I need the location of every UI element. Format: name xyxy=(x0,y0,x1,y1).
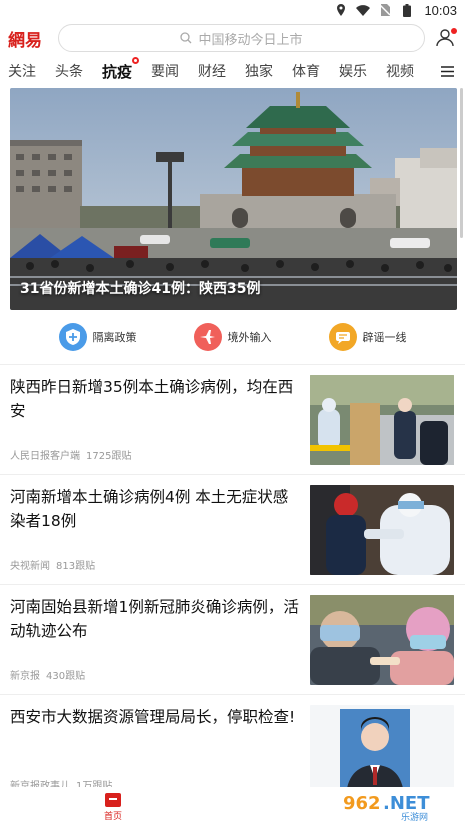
news-comments: 813跟贴 xyxy=(56,561,96,572)
news-source: 人民日报客户端 xyxy=(10,451,80,462)
user-profile-button[interactable] xyxy=(435,27,457,49)
search-icon xyxy=(180,32,192,44)
news-item[interactable]: 陕西昨日新增35例本土确诊病例，均在西安 人民日报客户端 1725跟贴 xyxy=(0,365,465,475)
tab-toutiao[interactable]: 头条 xyxy=(55,61,83,81)
news-title: 河南新增本土确诊病例4例 本土无症状感染者18例 xyxy=(10,488,289,530)
news-title: 陕西昨日新增35例本土确诊病例，均在西安 xyxy=(10,378,294,420)
tab-guanzhu[interactable]: 关注 xyxy=(8,61,36,81)
tab-caijing[interactable]: 财经 xyxy=(198,61,226,81)
battery-icon xyxy=(400,3,414,17)
hero-image xyxy=(10,88,457,310)
status-bar: 10:03 xyxy=(0,0,465,20)
no-sim-icon xyxy=(378,4,392,16)
tab-yaowen[interactable]: 要闻 xyxy=(151,61,179,81)
home-icon xyxy=(105,793,121,807)
tab-badge-dot xyxy=(132,56,140,64)
search-placeholder: 中国移动今日上市 xyxy=(198,32,303,48)
news-comments: 1725跟贴 xyxy=(86,451,132,462)
svg-text:乐游网: 乐游网 xyxy=(401,811,428,823)
tab-dujia[interactable]: 独家 xyxy=(245,61,273,81)
app-logo[interactable]: 網易 xyxy=(8,26,50,51)
bottom-nav: 首页 962 .NET 乐游网 xyxy=(0,787,465,827)
channel-menu-button[interactable] xyxy=(429,56,465,86)
news-title: 西安市大数据资源管理局局长，停职检查! xyxy=(10,708,296,726)
news-thumbnail xyxy=(310,485,454,575)
notification-dot xyxy=(451,28,457,34)
nav-home-label: 首页 xyxy=(104,812,123,822)
quick-link-label: 境外输入 xyxy=(227,331,272,344)
news-meta: 新京报 430跟贴 xyxy=(10,667,85,682)
status-time: 10:03 xyxy=(424,2,457,18)
news-item[interactable]: 河南固始县新增1例新冠肺炎确诊病例，活动轨迹公布 新京报 430跟贴 xyxy=(0,585,465,695)
scrollbar[interactable] xyxy=(460,88,463,238)
news-meta: 人民日报客户端 1725跟贴 xyxy=(10,447,131,462)
search-input[interactable]: 中国移动今日上市 xyxy=(58,24,425,52)
top-bar: 網易 中国移动今日上市 xyxy=(0,20,465,56)
news-thumbnail xyxy=(310,375,454,465)
quick-link-imported-cases[interactable]: 境外输入 xyxy=(193,323,272,351)
shield-plus-icon xyxy=(58,323,87,351)
news-comments: 430跟贴 xyxy=(46,671,86,682)
megaphone-icon xyxy=(328,323,357,351)
quick-link-label: 隔离政策 xyxy=(92,331,137,344)
news-item[interactable]: 河南新增本土确诊病例4例 本土无症状感染者18例 央视新闻 813跟贴 xyxy=(0,475,465,585)
tab-kangyi[interactable]: 抗疫 xyxy=(102,56,140,82)
quick-link-rumor-refute[interactable]: 辟谣一线 xyxy=(328,323,407,351)
news-source: 新京报 xyxy=(10,671,40,682)
quick-links: 隔离政策 境外输入 辟谣一线 xyxy=(0,310,465,365)
quick-link-label: 辟谣一线 xyxy=(362,331,407,344)
svg-text:962: 962 xyxy=(343,793,381,814)
location-icon xyxy=(334,4,348,16)
nav-home[interactable]: 首页 xyxy=(104,793,122,822)
tab-kangyi-label: 抗疫 xyxy=(102,62,133,81)
news-thumbnail xyxy=(310,705,454,795)
svg-text:.NET: .NET xyxy=(383,793,430,814)
airplane-icon xyxy=(193,323,222,351)
menu-icon xyxy=(440,65,454,77)
news-source: 央视新闻 xyxy=(10,561,50,572)
watermark-logo: 962 .NET 乐游网 xyxy=(337,789,457,823)
hero-banner[interactable]: 31省份新增本土确诊41例：陕西35例 xyxy=(10,88,457,310)
tab-tiyu[interactable]: 体育 xyxy=(292,61,320,81)
wifi-icon xyxy=(356,4,371,16)
quick-link-isolation-policy[interactable]: 隔离政策 xyxy=(58,323,137,351)
news-thumbnail xyxy=(310,595,454,685)
tab-yule[interactable]: 娱乐 xyxy=(339,61,367,81)
news-meta: 央视新闻 813跟贴 xyxy=(10,557,95,572)
site-watermark: 962 .NET 乐游网 xyxy=(335,783,459,823)
channel-tabs: 关注 头条 抗疫 要闻 财经 独家 体育 娱乐 视频 xyxy=(0,56,465,86)
news-title: 河南固始县新增1例新冠肺炎确诊病例，活动轨迹公布 xyxy=(10,598,299,640)
tab-shipin[interactable]: 视频 xyxy=(386,61,414,81)
hero-caption: 31省份新增本土确诊41例：陕西35例 xyxy=(20,281,261,297)
